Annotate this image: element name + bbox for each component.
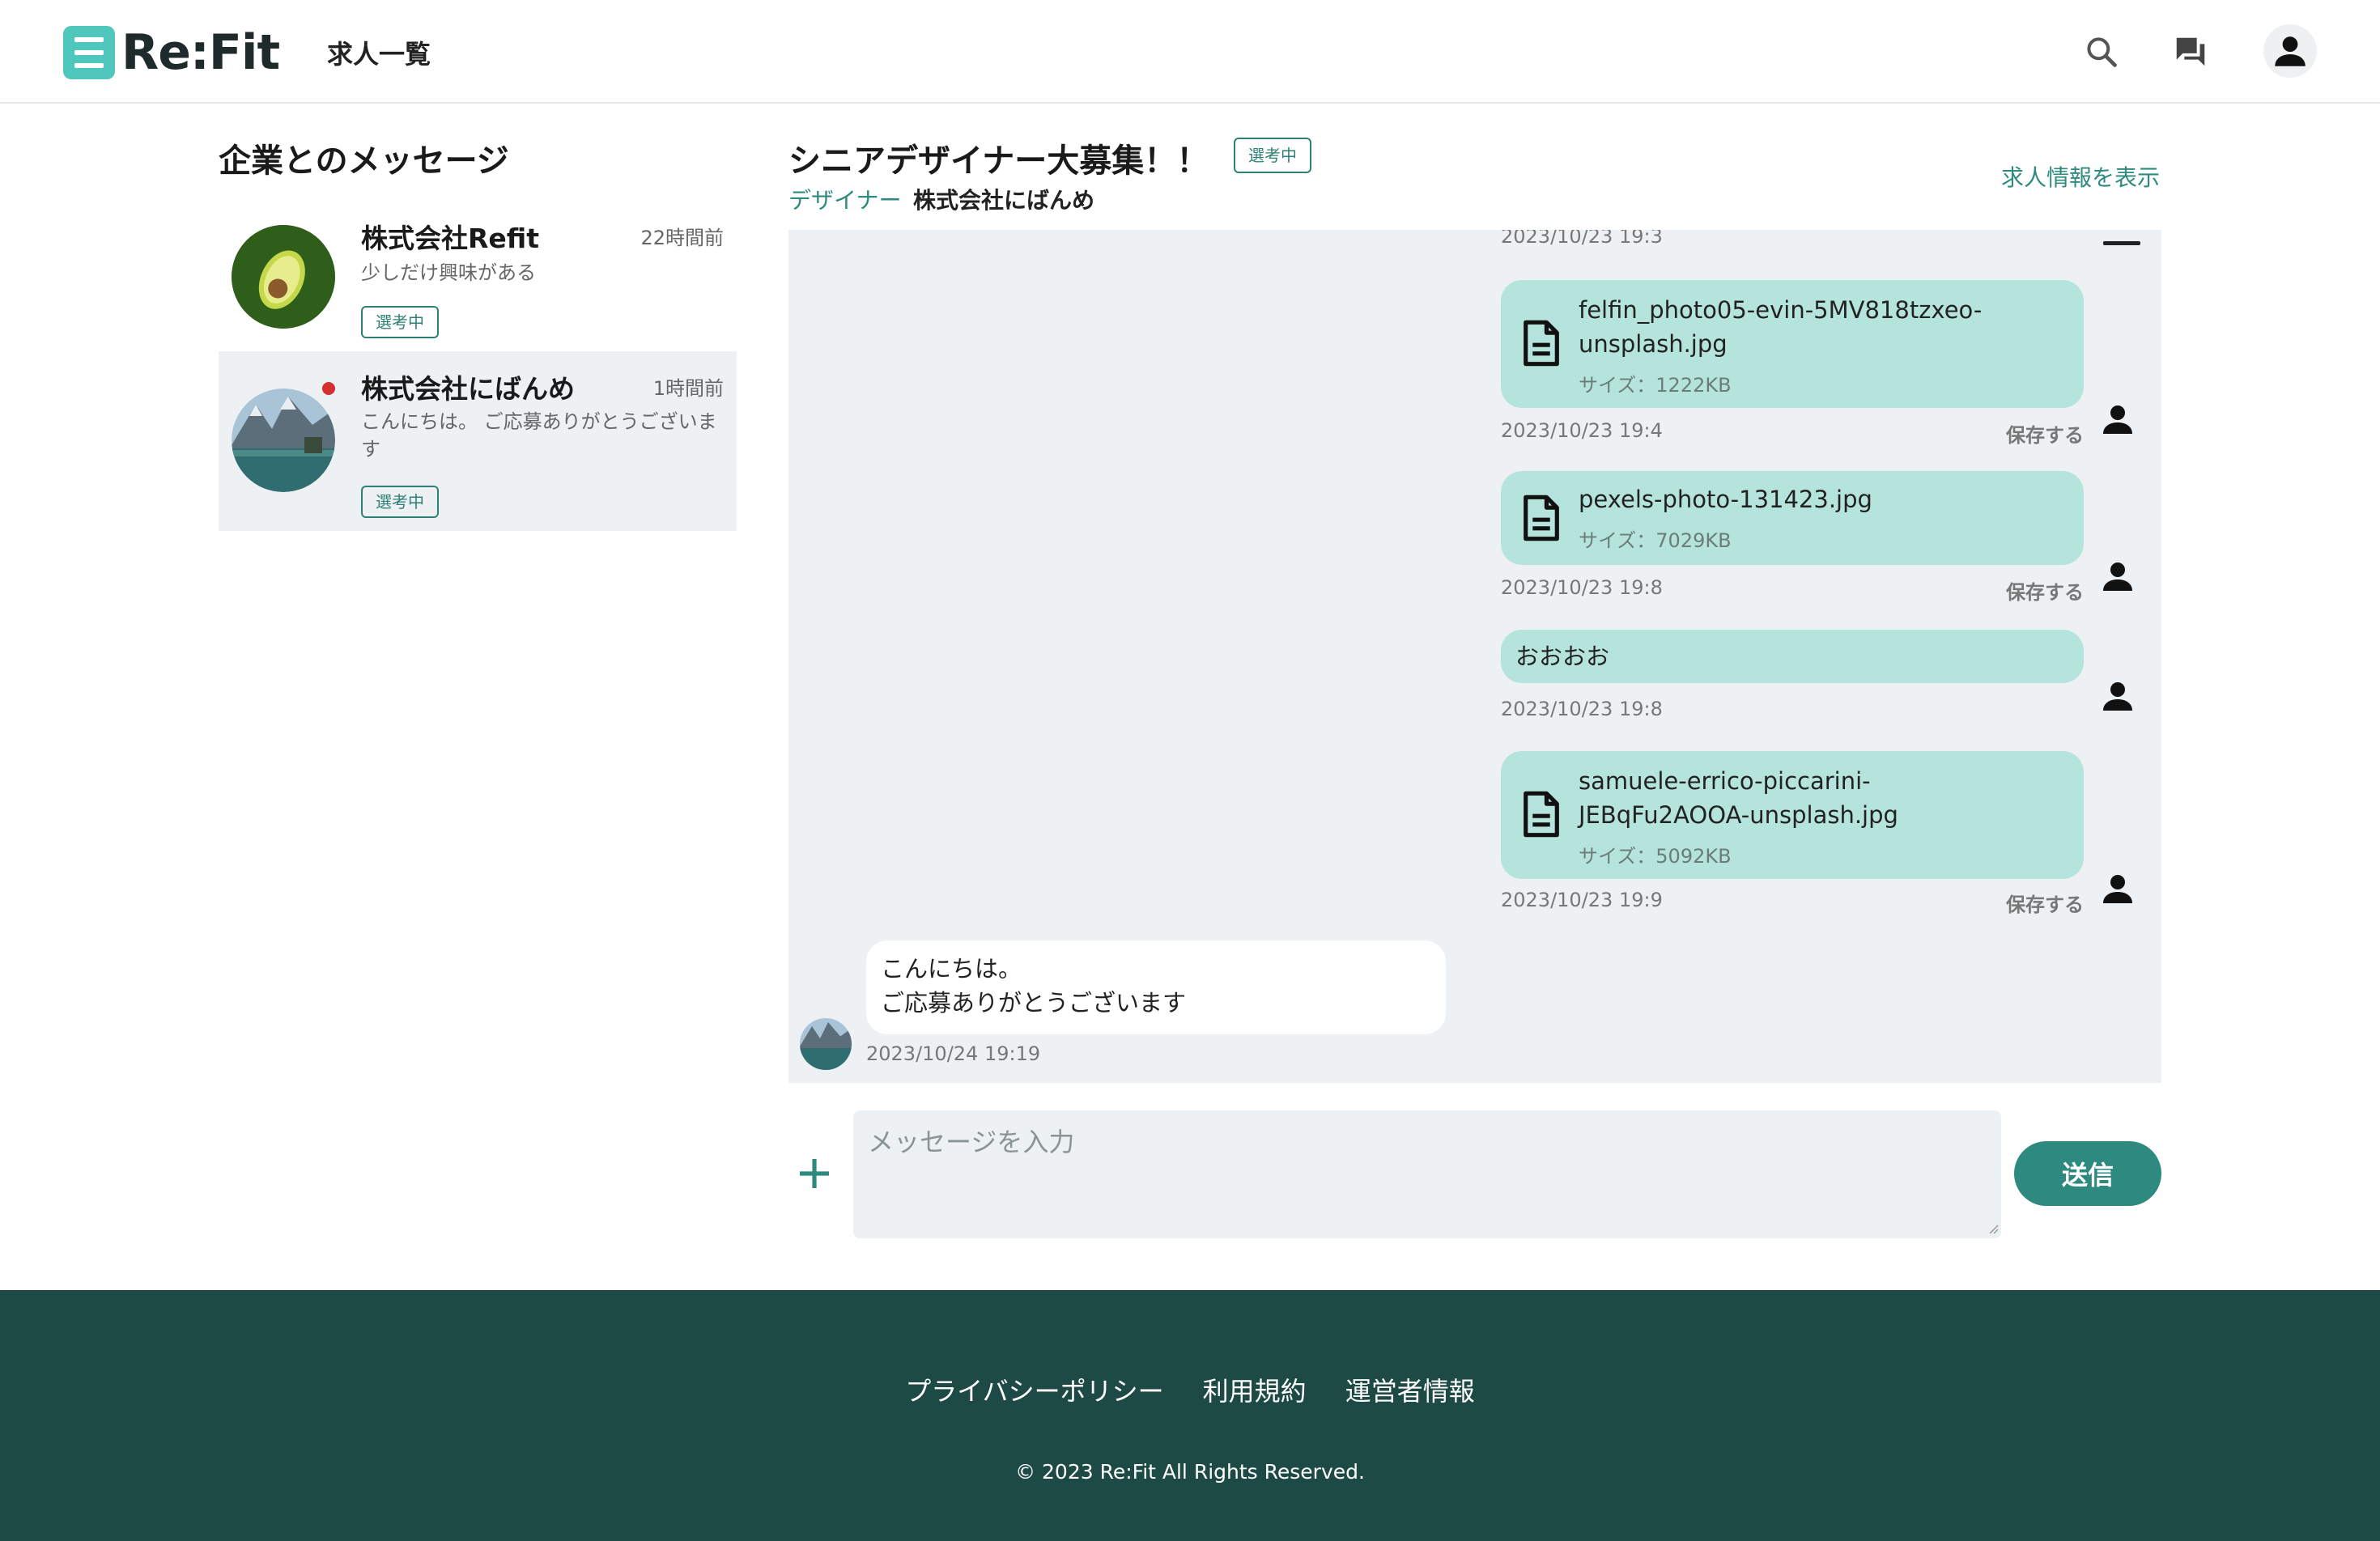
text-message: おおおお [1501,630,2084,683]
conversation-time: 1時間前 [652,377,724,400]
search-icon[interactable] [2077,28,2126,76]
message-time: 2023/10/23 19:8 [1501,698,1663,720]
job-category: デザイナー [788,187,902,214]
unread-indicator [322,382,335,395]
message-time: 2023/10/24 19:19 [866,1042,1041,1065]
logo-text: Re:Fit [121,24,280,81]
conversation-item-nibanme[interactable]: 株式会社にばんめ 1時間前 こんにちは。 ご応募ありがとうございます 選考中 [219,351,737,531]
file-icon [1524,791,1559,838]
view-job-link[interactable]: 求人情報を表示 [2001,160,2160,193]
job-company: 株式会社にばんめ [913,187,1095,214]
user-avatar-icon [2095,397,2140,442]
status-badge: 選考中 [1234,138,1311,173]
conversation-preview: こんにちは。 ご応募ありがとうございます [361,410,717,461]
save-file-link[interactable]: 保存する [2006,419,2084,448]
operator-info-link[interactable]: 運営者情報 [1345,1371,1475,1408]
file-message[interactable]: samuele-errico-piccarini-JEBqFu2AOOA-uns… [1501,751,2084,879]
save-file-link[interactable]: 保存する [2006,889,2084,917]
message-time: 2023/10/23 19:9 [1501,889,1663,911]
company-avatar [232,388,335,492]
save-file-link[interactable]: 保存する [2006,576,2084,605]
nav-jobs-link[interactable]: 求人一覧 [327,34,431,71]
company-avatar [800,1018,852,1070]
terms-link[interactable]: 利用規約 [1203,1371,1307,1408]
message-text-line-1: こんにちは。 [881,955,1022,983]
file-size: サイズ：1222KB [1579,374,1732,397]
attach-plus-icon[interactable] [795,1154,834,1193]
company-avatar [232,225,335,329]
user-avatar-icon [2095,554,2140,599]
file-name: felfin_photo05-evin-5MV818tzxeo-unsplash… [1579,296,1983,358]
message-input[interactable] [853,1110,2001,1238]
message-time: 2023/10/23 19:3 [1501,230,1663,248]
file-message[interactable]: felfin_photo05-evin-5MV818tzxeo-unsplash… [1501,280,2084,408]
status-badge: 選考中 [361,486,439,518]
account-icon[interactable] [2263,24,2317,78]
job-title: シニアデザイナー大募集！！ [788,142,1209,180]
copyright: © 2023 Re:Fit All Rights Reserved. [1015,1460,1365,1484]
site-footer: プライバシーポリシー 利用規約 運営者情報 © 2023 Re:Fit All … [0,1290,2380,1541]
message-time: 2023/10/23 19:8 [1501,576,1663,599]
conversation-item-refit[interactable]: 株式会社Refit 22時間前 少しだけ興味がある 選考中 [219,206,737,348]
minimize-icon [2103,241,2140,245]
resize-handle-icon[interactable] [1987,1222,2000,1235]
file-name: samuele-errico-piccarini-JEBqFu2AOOA-uns… [1579,767,1898,829]
conversation-preview: 少しだけ興味がある [361,261,536,284]
chat-icon[interactable] [2166,28,2215,76]
file-name: pexels-photo-131423.jpg [1579,486,1872,513]
conversation-time: 22時間前 [640,227,724,249]
logo[interactable]: Re:Fit [63,24,280,81]
file-icon [1524,495,1559,541]
file-message[interactable]: pexels-photo-131423.jpg サイズ：7029KB [1501,471,2084,565]
sidebar-title: 企業とのメッセージ [219,142,509,180]
company-name: 株式会社にばんめ [361,373,575,405]
send-button[interactable]: 送信 [2014,1141,2161,1206]
privacy-policy-link[interactable]: プライバシーポリシー [905,1371,1163,1408]
message-time: 2023/10/23 19:4 [1501,419,1663,442]
message-text: おおおお [1515,643,1610,670]
file-icon [1524,320,1559,367]
file-size: サイズ：7029KB [1579,529,1732,552]
incoming-message: こんにちは。 ご応募ありがとうございます [866,940,1446,1034]
company-name: 株式会社Refit [361,223,540,254]
user-avatar-icon [2095,866,2140,911]
footer-links: プライバシーポリシー 利用規約 運営者情報 [0,1371,2380,1408]
site-header: Re:Fit 求人一覧 [0,0,2380,104]
file-size: サイズ：5092KB [1579,845,1732,868]
logo-mark-icon [63,26,115,79]
user-avatar-icon [2095,673,2140,719]
message-text-line-2: ご応募ありがとうございます [881,989,1187,1017]
status-badge: 選考中 [361,306,439,338]
message-thread[interactable]: 2023/10/23 19:3 felfin_photo05-evin-5MV8… [788,230,2161,1083]
